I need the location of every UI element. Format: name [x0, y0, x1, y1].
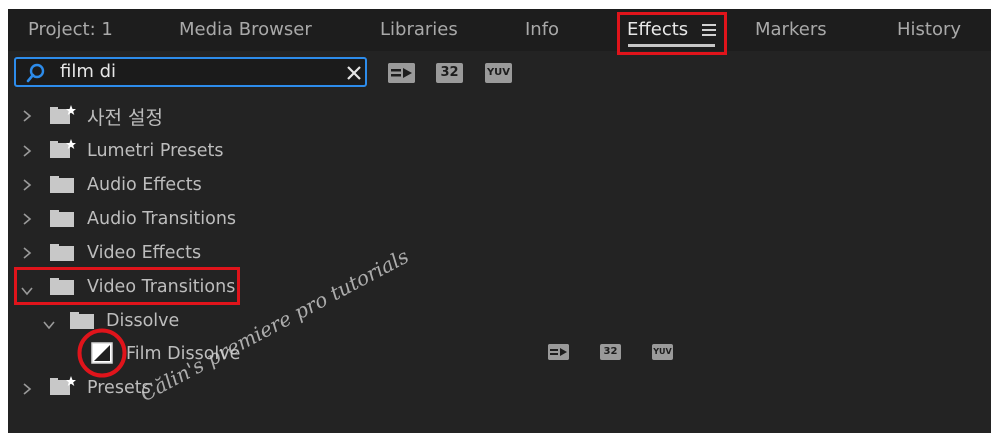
tree-item-label[interactable]: Audio Transitions: [87, 207, 236, 231]
tab-project[interactable]: Project: 1: [28, 16, 113, 44]
tab-history[interactable]: History: [897, 16, 961, 44]
search-box[interactable]: film di: [14, 57, 367, 87]
video-transitions-highlight: [14, 267, 240, 305]
yuv-badge: YUV: [652, 344, 673, 360]
expand-chevron-icon[interactable]: [22, 108, 32, 127]
tab-media-browser[interactable]: Media Browser: [179, 16, 312, 44]
32bit-filter-button[interactable]: 32: [436, 63, 463, 83]
highlight-circle: [76, 327, 128, 379]
panel-tab-bar: Project: 1 Media Browser Libraries Info …: [8, 9, 991, 51]
tree-item-label[interactable]: Video Effects: [87, 241, 201, 265]
folder-icon: [50, 174, 76, 198]
collapse-chevron-icon[interactable]: [42, 315, 56, 334]
expand-chevron-icon[interactable]: [22, 211, 32, 230]
preset-folder-icon: [50, 105, 76, 129]
clear-search-icon[interactable]: [346, 65, 362, 81]
tree-item-label[interactable]: Lumetri Presets: [87, 139, 224, 163]
tree-item-label[interactable]: 사전 설정: [87, 106, 163, 130]
accelerated-badge-icon: [548, 344, 569, 360]
yuv-filter-button[interactable]: YUV: [485, 63, 512, 83]
tree-item-label[interactable]: Audio Effects: [87, 173, 202, 197]
folder-icon: [50, 242, 76, 266]
32bit-badge: 32: [600, 344, 621, 360]
effects-panel: Project: 1 Media Browser Libraries Info …: [8, 9, 991, 433]
tab-libraries[interactable]: Libraries: [380, 16, 458, 44]
folder-icon: [50, 208, 76, 232]
expand-chevron-icon[interactable]: [22, 381, 32, 400]
preset-folder-icon: [50, 139, 76, 163]
expand-chevron-icon[interactable]: [22, 143, 32, 162]
accelerated-effects-filter-button[interactable]: [388, 63, 415, 83]
tab-info[interactable]: Info: [525, 16, 559, 44]
expand-chevron-icon[interactable]: [22, 177, 32, 196]
expand-chevron-icon[interactable]: [22, 245, 32, 264]
search-input[interactable]: film di: [60, 59, 116, 85]
tab-markers[interactable]: Markers: [755, 16, 827, 44]
effects-tab-highlight: [617, 12, 727, 55]
search-icon: [26, 63, 46, 83]
preset-folder-icon: [50, 376, 76, 400]
